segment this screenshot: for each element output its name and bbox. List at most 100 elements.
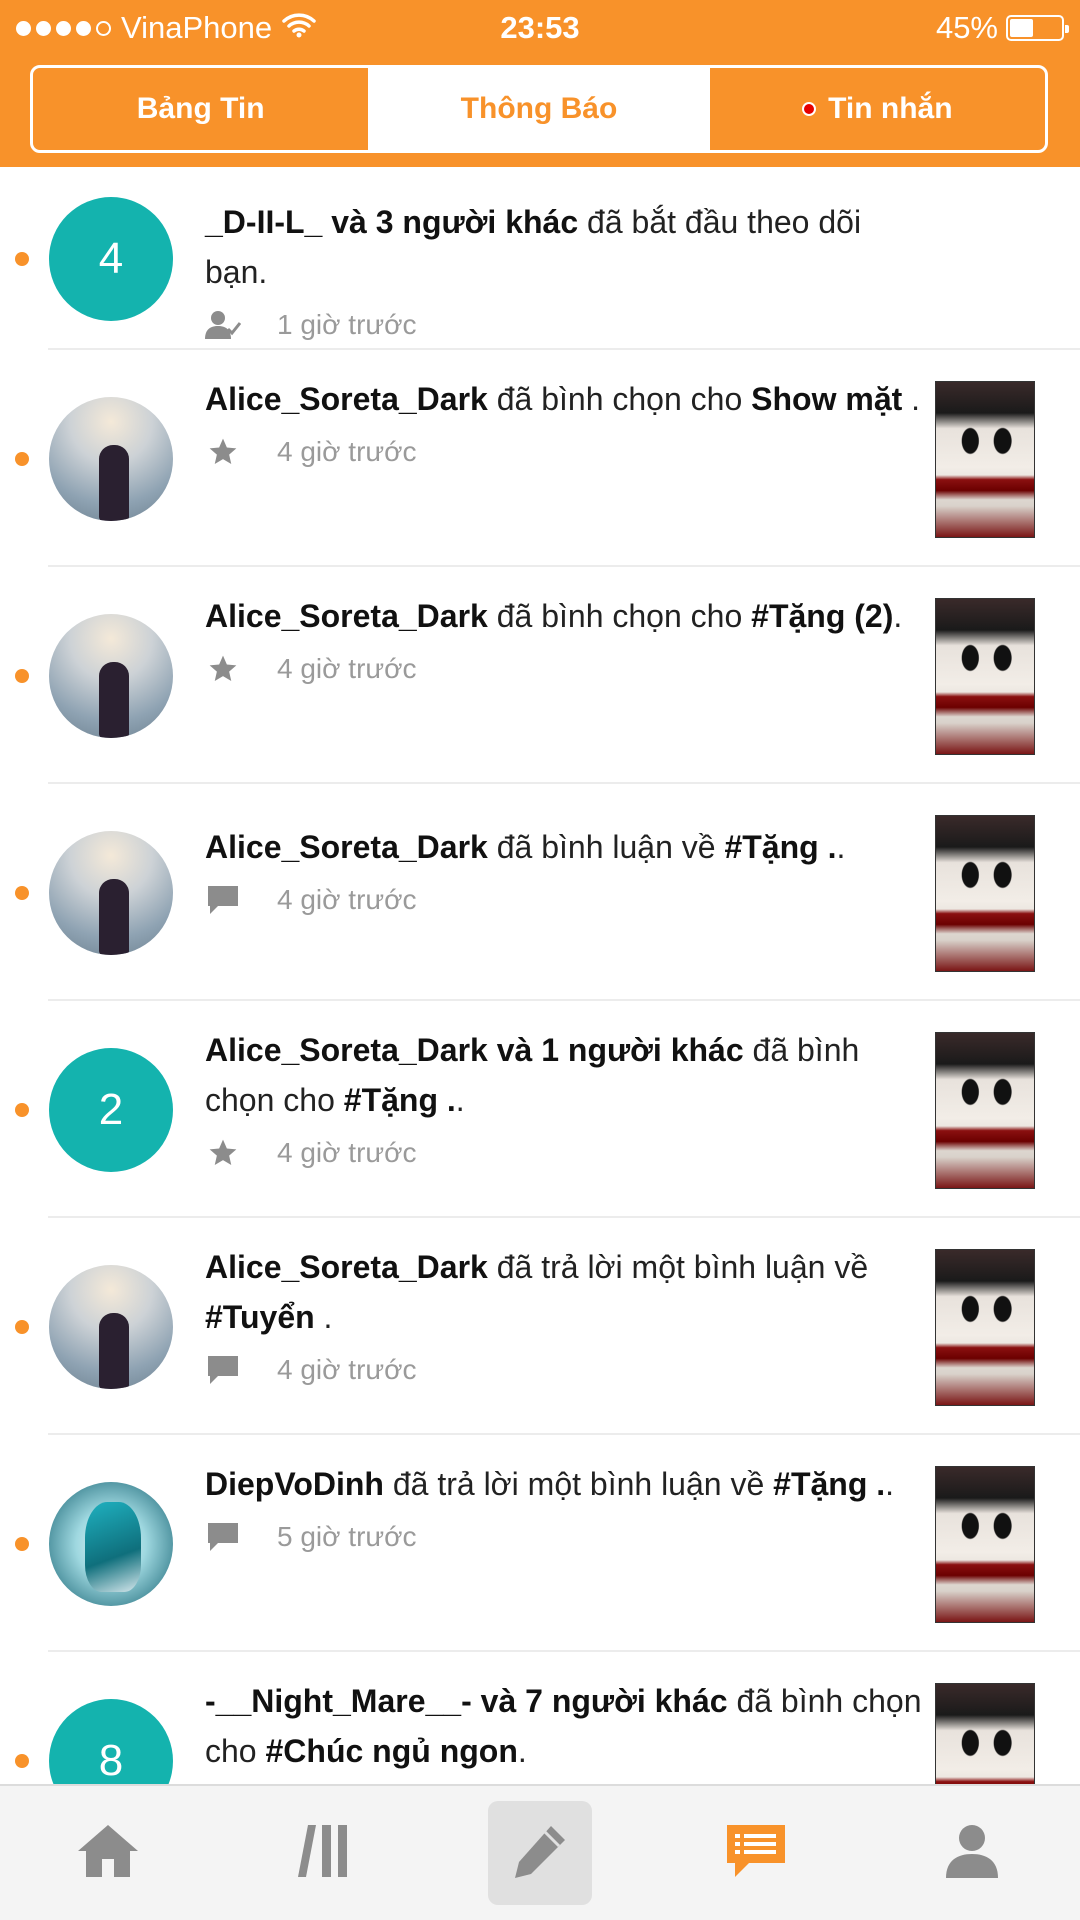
story-thumbnail[interactable]	[935, 1465, 1035, 1623]
star-icon	[205, 651, 241, 687]
avatar-count-number: 4	[98, 233, 124, 283]
notification-target[interactable]: Show mặt	[751, 381, 902, 417]
notification-content: -__Night_Mare__- và 7 người khác đã bình…	[205, 1676, 925, 1776]
new-message-dot	[802, 102, 817, 116]
notification-actor[interactable]: Alice_Soreta_Dark	[205, 381, 488, 417]
notification-action: đã trả lời một bình luận về	[383, 1466, 774, 1502]
notification-actor[interactable]: Alice_Soreta_Dark	[205, 829, 488, 865]
notification-content: Alice_Soreta_Dark đã trả lời một bình lu…	[205, 1242, 925, 1392]
notification-suffix: .	[314, 1299, 333, 1335]
notification-time: 1 giờ trước	[277, 309, 417, 340]
notification-target[interactable]: #Tặng .	[344, 1082, 456, 1118]
notification-meta: 5 giờ trước	[205, 1515, 925, 1559]
notification-suffix: .	[517, 1733, 527, 1769]
story-thumbnail[interactable]	[935, 1031, 1035, 1189]
notification-content: DiepVoDinh đã trả lời một bình luận về #…	[205, 1459, 925, 1559]
notification-actor[interactable]: Alice_Soreta_Dark và 1 người khác	[205, 1032, 744, 1068]
notification-item[interactable]: 2 Alice_Soreta_Dark và 1 người khác đã b…	[0, 1001, 1080, 1218]
notification-chat-icon	[723, 1821, 789, 1886]
notification-text: Alice_Soreta_Dark và 1 người khác đã bìn…	[205, 1025, 925, 1125]
tab-notifications[interactable]	[648, 1786, 864, 1920]
notification-target[interactable]: #Chúc ngủ ngon	[265, 1733, 517, 1769]
notification-item[interactable]: Alice_Soreta_Dark đã bình chọn cho #Tặng…	[0, 567, 1080, 784]
comment-icon	[205, 1352, 241, 1388]
unread-dot	[15, 1102, 29, 1117]
tab-thong-bao[interactable]: Thông Báo	[368, 68, 707, 150]
story-thumbnail[interactable]	[935, 814, 1035, 972]
compose-button[interactable]	[488, 1801, 592, 1905]
notification-action: đã bình chọn cho	[487, 381, 752, 417]
tab-bang-tin[interactable]: Bảng Tin	[33, 68, 368, 150]
notification-item[interactable]: Alice_Soreta_Dark đã trả lời một bình lu…	[0, 1218, 1080, 1435]
notification-text: _D-II-L_ và 3 người khác đã bắt đầu theo…	[205, 197, 925, 297]
notification-suffix: .	[836, 829, 846, 865]
unread-dot	[15, 668, 29, 683]
notification-time: 4 giờ trước	[277, 1137, 417, 1168]
status-right: 45%	[936, 10, 1069, 46]
notification-item[interactable]: Alice_Soreta_Dark đã bình chọn cho Show …	[0, 350, 1080, 567]
avatar-group-count[interactable]: 4	[49, 196, 173, 321]
unread-dot	[15, 1753, 29, 1768]
tab-home[interactable]	[0, 1786, 216, 1920]
notification-time: 4 giờ trước	[277, 884, 417, 915]
comment-icon	[205, 1519, 241, 1555]
avatar[interactable]	[49, 613, 173, 738]
unread-dot	[15, 1319, 29, 1334]
home-icon	[76, 1821, 140, 1886]
star-icon	[205, 1135, 241, 1171]
story-thumbnail[interactable]	[935, 1682, 1035, 1784]
notification-item[interactable]: 4 _D-II-L_ và 3 người khác đã bắt đầu th…	[0, 167, 1080, 350]
tab-tin-nhan[interactable]: Tin nhắn	[706, 68, 1045, 150]
clock: 23:53	[500, 10, 580, 45]
tab-bang-tin-label: Bảng Tin	[136, 92, 265, 125]
pencil-icon	[511, 1822, 569, 1885]
notification-meta: 4 giờ trước	[205, 647, 925, 691]
notification-content: Alice_Soreta_Dark đã bình luận về #Tặng …	[205, 822, 925, 922]
status-bar: VinaPhone 23:53 45%	[0, 0, 1080, 56]
tab-library[interactable]	[216, 1786, 432, 1920]
avatar-group-count[interactable]: 2	[49, 1047, 173, 1172]
unread-dot	[15, 251, 29, 266]
avatar[interactable]	[49, 396, 173, 521]
notification-item[interactable]: 8 -__Night_Mare__- và 7 người khác đã bì…	[0, 1652, 1080, 1784]
notification-content: Alice_Soreta_Dark và 1 người khác đã bìn…	[205, 1025, 925, 1175]
avatar[interactable]	[49, 1264, 173, 1389]
notification-item[interactable]: DiepVoDinh đã trả lời một bình luận về #…	[0, 1435, 1080, 1652]
notification-actor[interactable]: Alice_Soreta_Dark	[205, 1249, 488, 1285]
avatar[interactable]	[49, 1481, 173, 1606]
notification-action: đã trả lời một bình luận về	[487, 1249, 869, 1285]
notification-meta: 4 giờ trước	[205, 430, 925, 474]
tab-tin-nhan-label: Tin nhắn	[828, 92, 953, 125]
notification-target[interactable]: #Tặng (2)	[751, 598, 893, 634]
notification-text: -__Night_Mare__- và 7 người khác đã bình…	[205, 1676, 925, 1776]
notification-action: đã bình chọn cho	[487, 598, 752, 634]
avatar-count-number: 8	[98, 1735, 124, 1785]
notification-time: 5 giờ trước	[277, 1521, 417, 1552]
avatar[interactable]	[49, 830, 173, 955]
notification-target[interactable]: #Tặng .	[724, 829, 836, 865]
avatar-group-count[interactable]: 8	[49, 1698, 173, 1785]
notification-text: Alice_Soreta_Dark đã trả lời một bình lu…	[205, 1242, 925, 1342]
notification-time: 4 giờ trước	[277, 1354, 417, 1385]
notification-meta: 4 giờ trước	[205, 1131, 925, 1175]
notification-target[interactable]: #Tuyển	[205, 1299, 315, 1335]
story-thumbnail[interactable]	[935, 380, 1035, 538]
notification-item[interactable]: Alice_Soreta_Dark đã bình luận về #Tặng …	[0, 784, 1080, 1001]
notification-target[interactable]: #Tặng .	[773, 1466, 885, 1502]
notification-actor[interactable]: _D-II-L_ và 3 người khác	[205, 204, 578, 240]
story-thumbnail[interactable]	[935, 597, 1035, 755]
notification-action: đã bình luận về	[487, 829, 725, 865]
unread-dot	[15, 1536, 29, 1551]
tab-compose[interactable]	[432, 1786, 648, 1920]
tab-profile[interactable]	[864, 1786, 1080, 1920]
notification-actor[interactable]: DiepVoDinh	[205, 1466, 384, 1502]
notification-actor[interactable]: Alice_Soreta_Dark	[205, 598, 488, 634]
top-tabs: Bảng Tin Thông Báo Tin nhắn	[30, 65, 1048, 153]
notification-text: Alice_Soreta_Dark đã bình chọn cho #Tặng…	[205, 591, 925, 641]
notification-content: Alice_Soreta_Dark đã bình chọn cho Show …	[205, 374, 925, 474]
notification-actor[interactable]: -__Night_Mare__- và 7 người khác	[205, 1683, 728, 1719]
notification-text: Alice_Soreta_Dark đã bình chọn cho Show …	[205, 374, 925, 424]
unread-dot	[15, 451, 29, 466]
star-icon	[205, 434, 241, 470]
story-thumbnail[interactable]	[935, 1248, 1035, 1406]
